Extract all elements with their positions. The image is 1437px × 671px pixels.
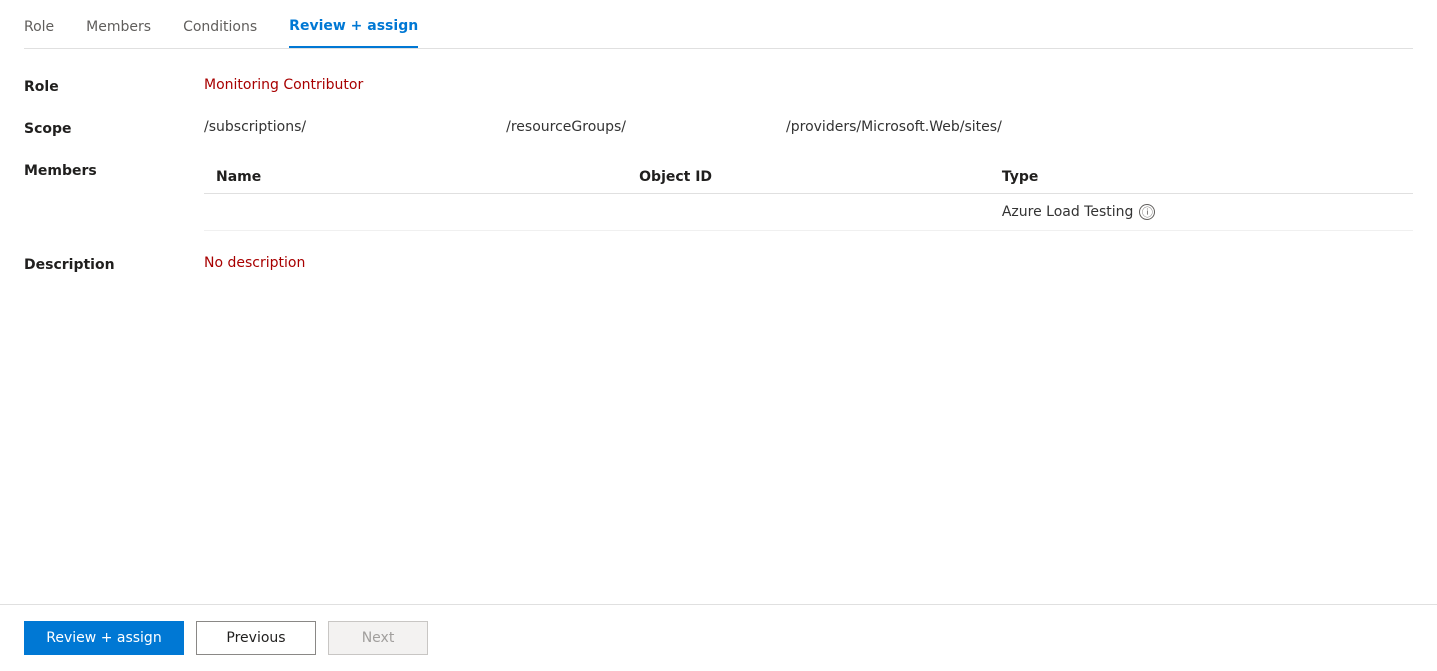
next-button: Next [328, 621, 428, 655]
members-table-body: Azure Load Testing ⓘ [204, 194, 1413, 231]
role-value: Monitoring Contributor [204, 77, 1413, 93]
member-name [204, 194, 627, 231]
scope-value: /subscriptions/ /resourceGroups/ /provid… [204, 119, 1413, 135]
tab-members[interactable]: Members [86, 9, 151, 47]
description-section: Description No description [24, 255, 1413, 273]
members-label: Members [24, 161, 204, 179]
col-header-name: Name [204, 161, 627, 194]
col-header-type: Type [990, 161, 1413, 194]
members-table-wrapper: Name Object ID Type Azure Load Testing ⓘ [204, 161, 1413, 231]
member-type-value: Azure Load Testing [1002, 204, 1134, 220]
role-label: Role [24, 77, 204, 95]
review-assign-button[interactable]: Review + assign [24, 621, 184, 655]
members-section: Members Name Object ID Type [24, 161, 1413, 231]
tab-role[interactable]: Role [24, 9, 54, 47]
members-table: Name Object ID Type Azure Load Testing ⓘ [204, 161, 1413, 231]
table-row: Azure Load Testing ⓘ [204, 194, 1413, 231]
description-label: Description [24, 255, 204, 273]
members-table-header: Name Object ID Type [204, 161, 1413, 194]
tab-conditions[interactable]: Conditions [183, 9, 257, 47]
scope-segment-3: /providers/Microsoft.Web/sites/ [786, 119, 1002, 135]
description-value: No description [204, 255, 305, 271]
type-cell: Azure Load Testing ⓘ [1002, 204, 1401, 220]
scope-segment-2: /resourceGroups/ [506, 119, 626, 135]
footer: Review + assign Previous Next [0, 604, 1437, 671]
member-type: Azure Load Testing ⓘ [990, 194, 1413, 231]
info-icon[interactable]: ⓘ [1139, 204, 1155, 220]
tab-review-assign[interactable]: Review + assign [289, 8, 418, 48]
col-header-objectid: Object ID [627, 161, 990, 194]
scope-segment-1: /subscriptions/ [204, 119, 306, 135]
scope-section: Scope /subscriptions/ /resourceGroups/ /… [24, 119, 1413, 137]
scope-label: Scope [24, 119, 204, 137]
tab-navigation: Role Members Conditions Review + assign [24, 0, 1413, 49]
member-objectid [627, 194, 990, 231]
members-table-header-row: Name Object ID Type [204, 161, 1413, 194]
role-section: Role Monitoring Contributor [24, 77, 1413, 95]
previous-button[interactable]: Previous [196, 621, 316, 655]
